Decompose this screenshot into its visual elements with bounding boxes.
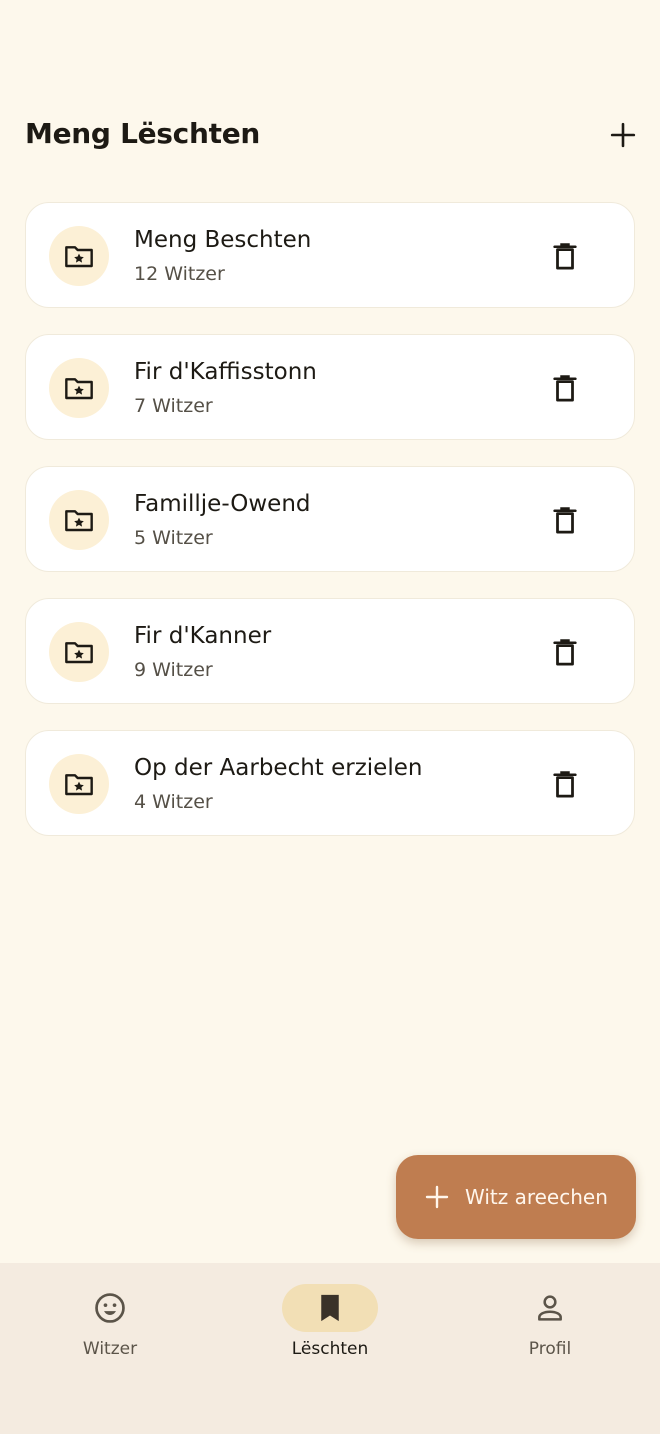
folder-star-icon [49,622,109,682]
list-name: Meng Beschten [134,227,312,253]
list-card[interactable]: Fir d'Kaffisstonn 7 Witzer [25,334,635,440]
list-name: Fir d'Kaffisstonn [134,359,317,385]
list-count: 7 Witzer [134,395,213,417]
list-name: Fir d'Kanner [134,623,272,649]
page-title: Meng Lëschten [25,117,261,150]
list-count: 9 Witzer [134,659,213,681]
folder-star-icon [49,226,109,286]
delete-button[interactable] [545,764,585,804]
nav-item-leschten[interactable]: Lëschten [220,1263,440,1373]
add-list-button[interactable] [603,115,643,155]
lists-screen: Meng Lëschten Meng Beschten 12 Witzer Fi… [0,0,660,1434]
list-name: Famillje-Owend [134,491,311,517]
plus-icon [610,122,636,148]
nav-item-witzer[interactable]: Witzer [0,1263,220,1373]
trash-icon [553,771,577,798]
nav-item-profil[interactable]: Profil [440,1263,660,1373]
lists-list: Meng Beschten 12 Witzer Fir d'Kaffisston… [25,202,635,862]
plus-icon [425,1185,449,1209]
nav-label: Profil [528,1339,572,1359]
folder-star-icon [49,490,109,550]
header: Meng Lëschten [0,100,660,170]
list-count: 4 Witzer [134,791,213,813]
folder-star-icon [49,358,109,418]
delete-button[interactable] [545,632,585,672]
trash-icon [553,243,577,270]
nav-active-indicator [282,1284,378,1332]
trash-icon [553,375,577,402]
folder-star-icon [49,754,109,814]
list-card[interactable]: Fir d'Kanner 9 Witzer [25,598,635,704]
list-count: 12 Witzer [134,263,225,285]
list-card[interactable]: Op der Aarbecht erzielen 4 Witzer [25,730,635,836]
list-name: Op der Aarbecht erzielen [134,755,423,781]
nav-label: Witzer [82,1339,138,1359]
delete-button[interactable] [545,236,585,276]
list-count: 5 Witzer [134,527,213,549]
list-card[interactable]: Meng Beschten 12 Witzer [25,202,635,308]
trash-icon [553,639,577,666]
person-icon [538,1295,562,1321]
fab-label: Witz areechen [465,1185,608,1209]
add-joke-fab[interactable]: Witz areechen [396,1155,636,1239]
delete-button[interactable] [545,368,585,408]
list-card[interactable]: Famillje-Owend 5 Witzer [25,466,635,572]
bottom-navigation: Witzer Lëschten Profil [0,1263,660,1434]
nav-label: Lëschten [291,1339,369,1359]
bookmark-icon [321,1294,339,1322]
delete-button[interactable] [545,500,585,540]
trash-icon [553,507,577,534]
smiley-icon [95,1293,125,1323]
